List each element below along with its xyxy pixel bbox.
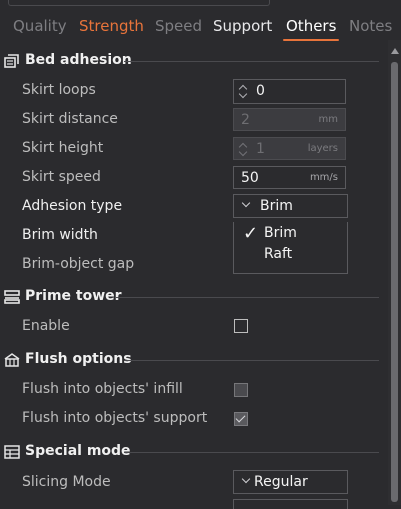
chevron-down-icon xyxy=(241,198,251,208)
prime-tower-icon xyxy=(4,290,20,304)
skirt-distance-value: 2 xyxy=(241,112,250,128)
section-flush-options: Flush options xyxy=(0,349,385,371)
skirt-distance-input: 2 mm xyxy=(233,108,346,131)
skirt-height-unit: layers xyxy=(307,143,338,154)
skirt-speed-value: 50 xyxy=(241,170,259,186)
enable-label: Enable xyxy=(22,318,70,334)
brim-object-gap-label: Brim-object gap xyxy=(22,256,135,272)
tab-notes[interactable]: Notes xyxy=(349,17,392,35)
chevron-down-icon xyxy=(241,474,251,484)
slicing-mode-label: Slicing Mode xyxy=(22,474,111,490)
enable-checkbox[interactable] xyxy=(234,319,248,333)
option-brim[interactable]: Brim xyxy=(264,225,297,241)
scrollbar-thumb[interactable] xyxy=(391,62,398,502)
brim-width-label: Brim width xyxy=(22,227,98,243)
settings-tabbar: Quality Strength Speed Support Others No… xyxy=(0,12,401,42)
scroll-up-arrow-icon[interactable] xyxy=(391,48,399,54)
adhesion-type-popup: ✓ Brim Raft xyxy=(233,222,348,274)
bed-adhesion-icon xyxy=(4,54,19,68)
skirt-speed-input[interactable]: 50 mm/s xyxy=(233,166,346,189)
tab-speed[interactable]: Speed xyxy=(155,17,202,35)
skirt-loops-spinbox[interactable]: 0 xyxy=(233,79,346,104)
spin-arrows-icon xyxy=(238,140,249,158)
skirt-loops-value: 0 xyxy=(256,83,265,99)
flush-support-checkbox[interactable] xyxy=(234,412,248,426)
flush-infill-checkbox[interactable] xyxy=(234,383,248,397)
special-mode-icon xyxy=(4,445,20,459)
section-title: Flush options xyxy=(25,351,132,367)
next-dropdown-partial[interactable] xyxy=(233,499,348,509)
skirt-distance-label: Skirt distance xyxy=(22,111,118,127)
checkmark-icon xyxy=(235,412,246,423)
tab-quality[interactable]: Quality xyxy=(13,17,67,35)
option-raft[interactable]: Raft xyxy=(264,246,292,262)
adhesion-type-dropdown[interactable]: Brim xyxy=(233,194,348,218)
tab-others[interactable]: Others xyxy=(282,17,340,41)
section-prime-tower: Prime tower xyxy=(0,286,385,308)
skirt-distance-unit: mm xyxy=(318,114,338,125)
section-bed-adhesion: Bed adhesion xyxy=(0,50,385,72)
flush-options-icon xyxy=(4,353,20,367)
slicing-mode-dropdown[interactable]: Regular xyxy=(233,470,348,494)
checkmark-icon: ✓ xyxy=(243,223,259,244)
section-title: Special mode xyxy=(25,443,131,459)
skirt-height-label: Skirt height xyxy=(22,140,104,156)
skirt-height-spinbox: 1 layers xyxy=(233,137,346,160)
adhesion-type-label: Adhesion type xyxy=(22,198,123,214)
spin-arrows-icon[interactable] xyxy=(238,82,249,100)
section-title: Prime tower xyxy=(25,288,122,304)
section-special-mode: Special mode xyxy=(0,441,385,463)
adhesion-type-value: Brim xyxy=(260,198,293,214)
vertical-scrollbar[interactable] xyxy=(388,40,401,505)
flush-infill-label: Flush into objects' infill xyxy=(22,381,183,397)
previous-panel-edge xyxy=(0,0,401,9)
flush-support-label: Flush into objects' support xyxy=(22,410,208,426)
skirt-height-value: 1 xyxy=(256,141,265,157)
skirt-loops-label: Skirt loops xyxy=(22,82,96,98)
tab-strength[interactable]: Strength xyxy=(79,17,144,35)
tab-support[interactable]: Support xyxy=(213,17,272,35)
section-title: Bed adhesion xyxy=(25,52,132,68)
skirt-speed-unit: mm/s xyxy=(309,172,338,183)
slicing-mode-value: Regular xyxy=(254,474,308,490)
skirt-speed-label: Skirt speed xyxy=(22,169,101,185)
